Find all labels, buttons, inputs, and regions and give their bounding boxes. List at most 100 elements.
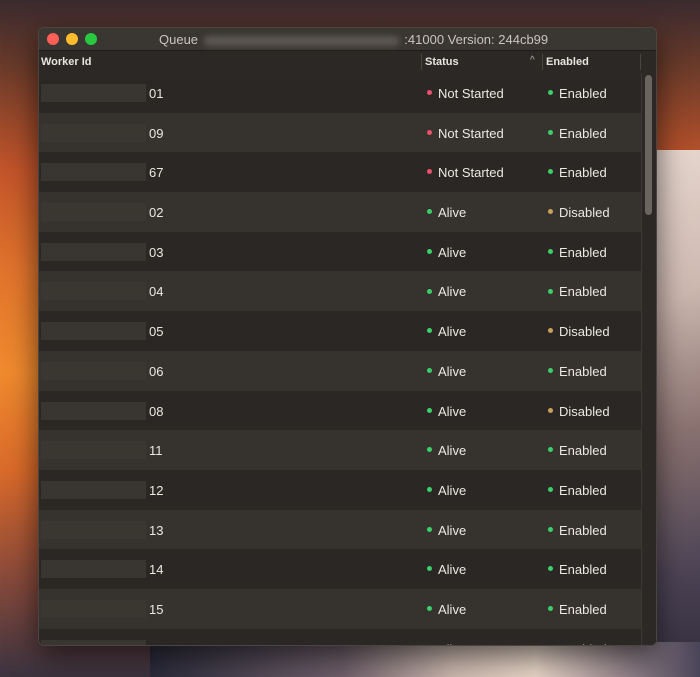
table-row[interactable]: 13 Alive Enabled (39, 509, 642, 550)
status-cell: Alive (427, 642, 466, 645)
status-cell: Not Started (427, 165, 504, 180)
table-row[interactable]: 01 Not Started Enabled (39, 73, 642, 113)
table-row[interactable]: 11 Alive Enabled (39, 430, 642, 470)
status-cell: Not Started (427, 86, 504, 101)
status-dot-icon (427, 129, 432, 135)
status-label: Alive (438, 482, 467, 498)
status-label: Alive (438, 443, 467, 459)
enabled-dot-icon (548, 526, 553, 532)
table-row[interactable]: 67 Not Started Enabled (39, 152, 642, 193)
enabled-dot-icon (548, 367, 553, 373)
worker-id-cell: 04 (149, 284, 164, 300)
enabled-cell: Enabled (548, 483, 607, 498)
redacted-worker-name (41, 242, 146, 261)
enabled-label: Enabled (559, 244, 607, 260)
worker-table: 01 Not Started Enabled 09 Not Started Enabled… (39, 73, 642, 645)
status-dot-icon (427, 407, 432, 413)
enabled-label: Enabled (559, 642, 607, 645)
worker-id-cell: 06 (149, 363, 164, 379)
column-divider[interactable] (421, 54, 422, 70)
status-label: Alive (438, 403, 467, 419)
enabled-label: Enabled (559, 562, 607, 578)
vertical-scrollbar[interactable] (641, 73, 656, 645)
enabled-label: Enabled (559, 522, 607, 538)
enabled-cell: Enabled (548, 562, 607, 577)
enabled-dot-icon (548, 486, 553, 492)
redacted-worker-name (41, 361, 146, 380)
window-title-prefix: Queue (159, 32, 199, 47)
status-dot-icon (427, 486, 432, 492)
enabled-dot-icon (548, 288, 553, 294)
status-cell: Alive (427, 483, 466, 498)
enabled-label: Disabled (559, 403, 610, 419)
window-title-suffix: :41000 Version: 244cb99 (404, 32, 549, 47)
status-label: Not Started (438, 165, 504, 181)
redacted-worker-name (41, 282, 146, 301)
table-row[interactable]: 08 Alive Disabled (39, 390, 642, 431)
enabled-dot-icon (548, 328, 553, 334)
status-cell: Alive (427, 364, 466, 379)
redacted-worker-name (41, 560, 146, 579)
table-row[interactable]: 14 Alive Enabled (39, 549, 642, 589)
close-window-button[interactable] (47, 33, 59, 45)
redacted-worker-name (41, 599, 146, 618)
enabled-dot-icon (548, 129, 553, 135)
enabled-cell: Enabled (548, 642, 607, 645)
table-row[interactable]: 06 Alive Enabled (39, 350, 642, 391)
table-row[interactable]: 16 Alive Enabled (39, 628, 642, 645)
status-label: Alive (438, 601, 467, 617)
table-row[interactable]: 12 Alive Enabled (39, 469, 642, 510)
enabled-cell: Disabled (548, 404, 610, 419)
status-cell: Alive (427, 245, 466, 260)
column-header-worker-id[interactable]: Worker Id (41, 56, 92, 68)
worker-id-cell: 13 (149, 522, 164, 538)
enabled-label: Enabled (559, 601, 607, 617)
enabled-dot-icon (548, 248, 553, 254)
table-row[interactable]: 03 Alive Enabled (39, 231, 642, 272)
redacted-worker-name (41, 84, 146, 102)
enabled-label: Enabled (559, 165, 607, 181)
scrollbar-thumb[interactable] (645, 75, 652, 215)
column-divider[interactable] (640, 54, 641, 70)
queue-window: Queue :41000 Version: 244cb99 Worker Id … (38, 27, 657, 646)
redacted-worker-name (41, 322, 146, 341)
zoom-window-button[interactable] (85, 33, 97, 45)
enabled-label: Disabled (559, 324, 610, 340)
enabled-cell: Enabled (548, 602, 607, 617)
redacted-worker-name (41, 123, 146, 142)
enabled-cell: Enabled (548, 364, 607, 379)
window-titlebar[interactable]: Queue :41000 Version: 244cb99 (39, 28, 656, 51)
column-divider[interactable] (542, 54, 543, 70)
worker-id-cell: 03 (149, 244, 164, 260)
status-cell: Alive (427, 562, 466, 577)
enabled-dot-icon (548, 606, 553, 611)
status-cell: Alive (427, 324, 466, 339)
table-row[interactable]: 15 Alive Enabled (39, 588, 642, 629)
enabled-cell: Enabled (548, 443, 607, 458)
enabled-dot-icon (548, 169, 553, 175)
desktop-landscape (150, 642, 700, 677)
status-dot-icon (427, 169, 432, 175)
worker-id-cell: 14 (149, 562, 164, 578)
status-label: Alive (438, 562, 467, 578)
status-dot-icon (427, 328, 432, 334)
table-row[interactable]: 09 Not Started Enabled (39, 112, 642, 153)
enabled-label: Enabled (559, 443, 607, 459)
column-header-enabled[interactable]: Enabled (546, 56, 589, 68)
table-row[interactable]: 02 Alive Disabled (39, 192, 642, 232)
redacted-worker-name (41, 480, 146, 499)
minimize-window-button[interactable] (66, 33, 78, 45)
status-dot-icon (427, 288, 432, 294)
redacted-hostname (203, 35, 399, 46)
column-header-status[interactable]: Status (425, 56, 459, 68)
worker-id-cell: 05 (149, 324, 164, 340)
window-title: Queue :41000 Version: 244cb99 (159, 32, 548, 47)
table-row[interactable]: 04 Alive Enabled (39, 271, 642, 312)
status-label: Not Started (438, 86, 504, 101)
enabled-cell: Enabled (548, 245, 607, 260)
enabled-dot-icon (548, 209, 553, 215)
status-dot-icon (427, 209, 432, 215)
enabled-label: Enabled (559, 482, 607, 498)
status-label: Alive (438, 284, 467, 300)
table-row[interactable]: 05 Alive Disabled (39, 311, 642, 351)
